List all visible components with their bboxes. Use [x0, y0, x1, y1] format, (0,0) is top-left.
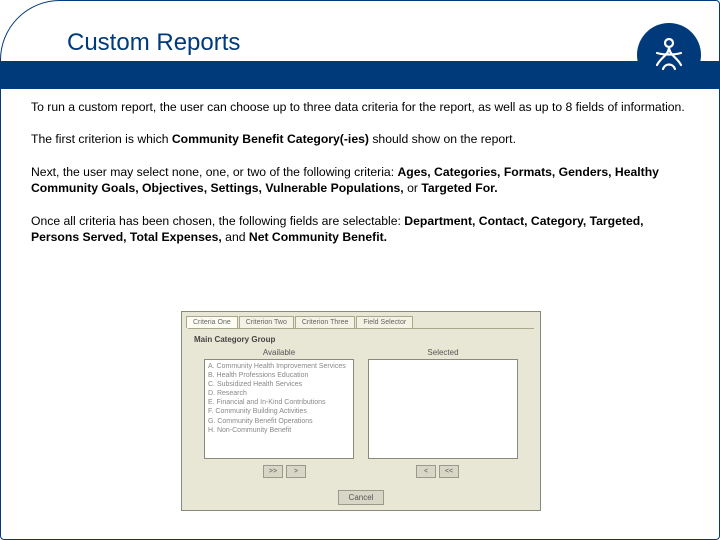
- available-column: Available A. Community Health Improvemen…: [204, 348, 354, 459]
- available-label: Available: [204, 348, 354, 357]
- text: should show on the report.: [369, 132, 516, 146]
- tab-criteria-one[interactable]: Criteria One: [186, 316, 238, 328]
- list-item[interactable]: C. Subsidized Health Services: [208, 380, 350, 389]
- list-item[interactable]: F. Community Building Activities: [208, 407, 350, 416]
- paragraph-3: Next, the user may select none, one, or …: [31, 164, 689, 197]
- bold-text: Targeted For.: [421, 181, 497, 195]
- page-title: Custom Reports: [67, 29, 240, 57]
- bold-text: Net Community Benefit.: [249, 230, 387, 244]
- panel-title: Main Category Group: [194, 335, 530, 344]
- remove-all-button[interactable]: <<: [439, 465, 459, 478]
- tab-criterion-three[interactable]: Criterion Three: [295, 316, 356, 328]
- tab-criterion-two[interactable]: Criterion Two: [239, 316, 294, 328]
- tab-bar: Criteria One Criterion Two Criterion Thr…: [182, 312, 540, 328]
- text: or: [404, 181, 422, 195]
- available-listbox[interactable]: A. Community Health Improvement Services…: [204, 359, 354, 459]
- text: Next, the user may select none, one, or …: [31, 165, 397, 179]
- body-text: To run a custom report, the user can cho…: [31, 99, 689, 262]
- list-item[interactable]: E. Financial and In-Kind Contributions: [208, 398, 350, 407]
- list-item[interactable]: A. Community Health Improvement Services: [208, 362, 350, 371]
- remove-button[interactable]: <: [416, 465, 436, 478]
- paragraph-2: The first criterion is which Community B…: [31, 131, 689, 147]
- dialog-screenshot: Criteria One Criterion Two Criterion Thr…: [181, 311, 541, 511]
- tab-field-selector[interactable]: Field Selector: [356, 316, 413, 328]
- paragraph-1: To run a custom report, the user can cho…: [31, 99, 689, 115]
- bold-text: Community Benefit Category(-ies): [172, 132, 369, 146]
- selected-label: Selected: [368, 348, 518, 357]
- text: The first criterion is which: [31, 132, 172, 146]
- panel: Main Category Group Available A. Communi…: [188, 328, 534, 484]
- selected-listbox[interactable]: [368, 359, 518, 459]
- slide-frame: Custom Reports To run a custom report, t…: [0, 0, 720, 540]
- logo-icon: [637, 23, 701, 87]
- text: Once all criteria has been chosen, the f…: [31, 214, 404, 228]
- list-item[interactable]: H. Non-Community Benefit: [208, 426, 350, 435]
- selected-column: Selected: [368, 348, 518, 459]
- list-item[interactable]: D. Research: [208, 389, 350, 398]
- text: and: [222, 230, 249, 244]
- add-all-button[interactable]: >>: [263, 465, 283, 478]
- cancel-button[interactable]: Cancel: [338, 490, 385, 505]
- list-item[interactable]: G. Community Benefit Operations: [208, 417, 350, 426]
- add-button[interactable]: >: [286, 465, 306, 478]
- header-band: [1, 61, 719, 89]
- paragraph-4: Once all criteria has been chosen, the f…: [31, 213, 689, 246]
- list-item[interactable]: B. Health Professions Education: [208, 371, 350, 380]
